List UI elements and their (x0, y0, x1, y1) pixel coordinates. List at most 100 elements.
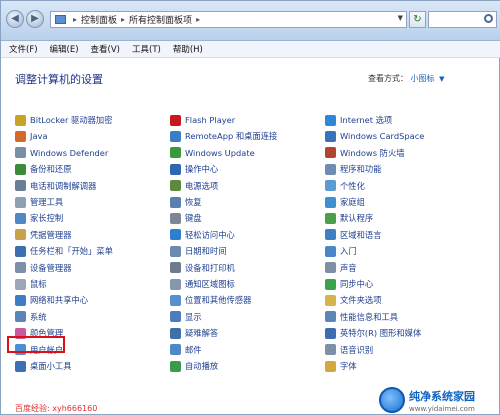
control-panel-item[interactable]: 任务栏和「开始」菜单 (15, 244, 113, 258)
control-panel-item[interactable]: 疑难解答 (170, 326, 218, 340)
control-panel-item[interactable]: 家长控制 (15, 211, 63, 225)
control-panel-item[interactable]: 管理工具 (15, 195, 63, 209)
control-panel-item-label[interactable]: 通知区域图标 (185, 278, 235, 290)
control-panel-item-label[interactable]: 入门 (340, 245, 357, 257)
control-panel-item-label[interactable]: 性能信息和工具 (340, 311, 398, 323)
control-panel-item[interactable]: 鼠标 (15, 277, 47, 291)
control-panel-item[interactable]: 自动播放 (170, 359, 218, 373)
control-panel-item-label[interactable]: RemoteApp 和桌面连接 (185, 130, 277, 142)
control-panel-item[interactable]: 同步中心 (325, 277, 373, 291)
search-input[interactable] (428, 11, 497, 28)
control-panel-item[interactable]: 显示 (170, 310, 202, 324)
control-panel-item-label[interactable]: 操作中心 (185, 163, 218, 175)
control-panel-item-label[interactable]: 鼠标 (30, 278, 47, 290)
control-panel-item[interactable]: 键盘 (170, 211, 202, 225)
control-panel-item-label[interactable]: 程序和功能 (340, 163, 382, 175)
control-panel-item-label[interactable]: BitLocker 驱动器加密 (30, 114, 113, 126)
control-panel-item[interactable]: Java (15, 129, 48, 143)
control-panel-item-label[interactable]: 凭据管理器 (30, 229, 72, 241)
control-panel-item-label[interactable]: 同步中心 (340, 278, 373, 290)
menu-view[interactable]: 查看(V) (91, 43, 120, 55)
control-panel-item-label[interactable]: 备份和还原 (30, 163, 72, 175)
control-panel-item[interactable]: 日期和时间 (170, 244, 227, 258)
control-panel-item-label[interactable]: 区域和语言 (340, 229, 382, 241)
control-panel-item[interactable]: 入门 (325, 244, 357, 258)
control-panel-item-label[interactable]: 家长控制 (30, 212, 63, 224)
control-panel-item-label[interactable]: Windows 防火墙 (340, 147, 405, 159)
view-by-selector[interactable]: 查看方式： 小图标 ▼ (368, 73, 444, 84)
control-panel-item-label[interactable]: Windows Defender (30, 148, 108, 158)
control-panel-item[interactable]: 程序和功能 (325, 162, 382, 176)
control-panel-item-label[interactable]: 邮件 (185, 344, 202, 356)
control-panel-item[interactable]: 恢复 (170, 195, 202, 209)
control-panel-item-label[interactable]: 个性化 (340, 180, 365, 192)
control-panel-item[interactable]: 家庭组 (325, 195, 365, 209)
menu-help[interactable]: 帮助(H) (173, 43, 203, 55)
control-panel-item-label[interactable]: 家庭组 (340, 196, 365, 208)
control-panel-item-label[interactable]: 位置和其他传感器 (185, 294, 251, 306)
control-panel-item[interactable]: 设备和打印机 (170, 261, 235, 275)
address-dropdown-icon[interactable]: ▼ (398, 14, 403, 22)
menu-file[interactable]: 文件(F) (9, 43, 38, 55)
control-panel-item[interactable]: 桌面小工具 (15, 359, 72, 373)
control-panel-item-label[interactable]: 声音 (340, 262, 357, 274)
control-panel-item-label[interactable]: 电话和调制解调器 (30, 180, 96, 192)
refresh-icon[interactable]: ↻ (409, 11, 426, 28)
control-panel-item[interactable]: 字体 (325, 359, 357, 373)
control-panel-item-label[interactable]: Windows Update (185, 148, 255, 158)
control-panel-item-label[interactable]: 轻松访问中心 (185, 229, 235, 241)
back-button[interactable]: ◀ (6, 10, 24, 28)
breadcrumb-control-panel[interactable]: 控制面板 (81, 13, 117, 26)
control-panel-item[interactable]: 位置和其他传感器 (170, 293, 251, 307)
control-panel-item[interactable]: Windows Defender (15, 146, 108, 160)
control-panel-item[interactable]: 区域和语言 (325, 228, 382, 242)
control-panel-item[interactable]: BitLocker 驱动器加密 (15, 113, 113, 127)
control-panel-item[interactable]: Windows Update (170, 146, 255, 160)
control-panel-item-label[interactable]: Windows CardSpace (340, 131, 424, 141)
chevron-down-icon[interactable]: ▼ (439, 75, 444, 83)
control-panel-item-label[interactable]: 管理工具 (30, 196, 63, 208)
control-panel-item[interactable]: 网络和共享中心 (15, 293, 88, 307)
control-panel-item-label[interactable]: Java (30, 131, 48, 141)
address-bar[interactable]: ▸ 控制面板 ▸ 所有控制面板项 ▸ ▼ (50, 11, 407, 28)
forward-button[interactable]: ▶ (26, 10, 44, 28)
control-panel-item-label[interactable]: 设备和打印机 (185, 262, 235, 274)
control-panel-item-label[interactable]: 显示 (185, 311, 202, 323)
control-panel-item[interactable]: 性能信息和工具 (325, 310, 398, 324)
control-panel-item-label[interactable]: 键盘 (185, 212, 202, 224)
control-panel-item[interactable]: 英特尔(R) 图形和媒体 (325, 326, 421, 340)
control-panel-item[interactable]: RemoteApp 和桌面连接 (170, 129, 277, 143)
control-panel-item-label[interactable]: 日期和时间 (185, 245, 227, 257)
view-by-value[interactable]: 小图标 (411, 74, 435, 83)
control-panel-item[interactable]: 个性化 (325, 179, 365, 193)
control-panel-item[interactable]: 邮件 (170, 343, 202, 357)
control-panel-item[interactable]: Windows CardSpace (325, 129, 424, 143)
control-panel-item-label[interactable]: 英特尔(R) 图形和媒体 (340, 327, 421, 339)
control-panel-item[interactable]: 系统 (15, 310, 47, 324)
control-panel-item-label[interactable]: 网络和共享中心 (30, 294, 88, 306)
menu-tools[interactable]: 工具(T) (132, 43, 161, 55)
control-panel-item-label[interactable]: Internet 选项 (340, 114, 392, 126)
control-panel-item[interactable]: 操作中心 (170, 162, 218, 176)
control-panel-item[interactable]: 电源选项 (170, 179, 218, 193)
control-panel-item[interactable]: Internet 选项 (325, 113, 392, 127)
control-panel-item[interactable]: 声音 (325, 261, 357, 275)
control-panel-item-label[interactable]: 任务栏和「开始」菜单 (30, 245, 113, 257)
control-panel-item[interactable]: 轻松访问中心 (170, 228, 235, 242)
control-panel-item[interactable]: 通知区域图标 (170, 277, 235, 291)
breadcrumb-all-items[interactable]: 所有控制面板项 (129, 13, 192, 26)
control-panel-item-label[interactable]: 电源选项 (185, 180, 218, 192)
control-panel-item-label[interactable]: 自动播放 (185, 360, 218, 372)
control-panel-item[interactable]: Windows 防火墙 (325, 146, 405, 160)
control-panel-item[interactable]: 设备管理器 (15, 261, 72, 275)
menu-edit[interactable]: 编辑(E) (50, 43, 79, 55)
control-panel-item[interactable]: 默认程序 (325, 211, 373, 225)
control-panel-item[interactable]: 文件夹选项 (325, 293, 382, 307)
control-panel-item-label[interactable]: 疑难解答 (185, 327, 218, 339)
control-panel-item-label[interactable]: 文件夹选项 (340, 294, 382, 306)
control-panel-item-label[interactable]: 恢复 (185, 196, 202, 208)
control-panel-item-label[interactable]: 字体 (340, 360, 357, 372)
control-panel-item-label[interactable]: 桌面小工具 (30, 360, 72, 372)
control-panel-item-label[interactable]: 语音识别 (340, 344, 373, 356)
control-panel-item-label[interactable]: 系统 (30, 311, 47, 323)
